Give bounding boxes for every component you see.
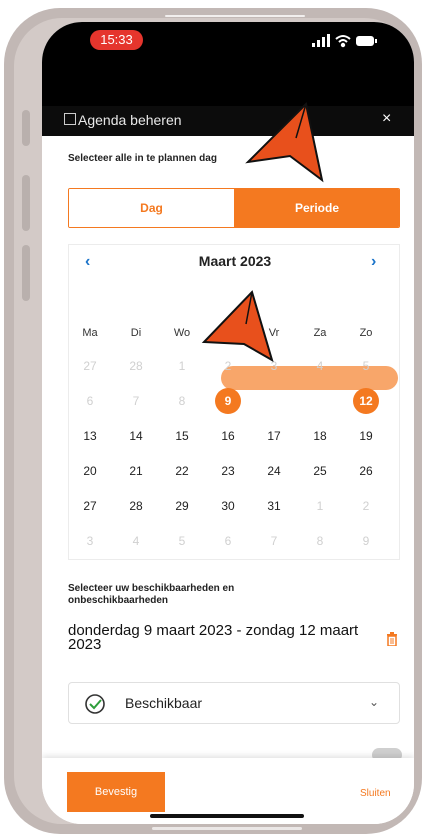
- chevron-down-icon: ⌄: [369, 695, 380, 709]
- calendar-day[interactable]: 9: [213, 389, 243, 413]
- availability-dropdown[interactable]: Beschikbaar ⌄: [68, 682, 400, 724]
- frame-highlight: [165, 15, 305, 17]
- calendar-day[interactable]: 8: [167, 389, 197, 413]
- calendar-day[interactable]: 27: [75, 494, 105, 518]
- calendar-day[interactable]: 6: [75, 389, 105, 413]
- home-indicator: [150, 814, 304, 818]
- calendar-day[interactable]: 24: [259, 459, 289, 483]
- toggle-day-button[interactable]: Dag: [69, 189, 234, 227]
- phone-side-button: [22, 175, 30, 231]
- calendar-day[interactable]: 6: [213, 529, 243, 553]
- trash-icon[interactable]: [386, 632, 398, 646]
- calendar-day[interactable]: 5: [351, 354, 381, 378]
- weekday-header: Zo: [359, 327, 373, 339]
- phone-screen: 15:33 Agenda beheren × Selecteer alle in…: [42, 22, 414, 824]
- close-icon[interactable]: ×: [382, 110, 391, 128]
- calendar-day[interactable]: 10: [259, 389, 289, 413]
- calendar-day[interactable]: 7: [121, 389, 151, 413]
- calendar-day[interactable]: 30: [213, 494, 243, 518]
- check-square-icon: [64, 113, 76, 125]
- weekday-header: Vr: [268, 327, 280, 339]
- calendar-day[interactable]: 25: [305, 459, 335, 483]
- calendar-month-title: Maart 2023: [198, 253, 272, 269]
- status-bar: 15:33: [42, 22, 414, 58]
- modal-title: Agenda beheren: [78, 112, 182, 128]
- weekday-header: Di: [130, 327, 142, 339]
- availability-label: Selecteer uw beschikbaarheden en onbesch…: [68, 583, 235, 606]
- calendar-day[interactable]: 26: [351, 459, 381, 483]
- wifi-icon: [335, 35, 351, 48]
- calendar-day[interactable]: 19: [351, 424, 381, 448]
- calendar-day[interactable]: 15: [167, 424, 197, 448]
- calendar-day[interactable]: 3: [259, 354, 289, 378]
- calendar: ‹ Maart 2023 › Ma Di Wo Do Vr Za Zo 27 28 1 2 3 4 5 6 7…: [68, 244, 400, 560]
- frame-highlight: [152, 827, 302, 830]
- footer-bar: Bevestig Sluiten: [42, 758, 414, 824]
- calendar-day[interactable]: 3: [75, 529, 105, 553]
- calendar-day[interactable]: 22: [167, 459, 197, 483]
- status-time: 15:33: [90, 30, 143, 50]
- calendar-day[interactable]: 29: [167, 494, 197, 518]
- calendar-day[interactable]: 9: [351, 529, 381, 553]
- calendar-day[interactable]: 2: [213, 354, 243, 378]
- mode-toggle: Dag Periode: [68, 188, 400, 228]
- calendar-day[interactable]: 2: [351, 494, 381, 518]
- weekday-header: Ma: [82, 327, 98, 339]
- calendar-day[interactable]: 23: [213, 459, 243, 483]
- calendar-day[interactable]: 11: [305, 389, 335, 413]
- modal-header: Agenda beheren ×: [42, 106, 414, 136]
- clock-check-icon: [85, 694, 105, 714]
- calendar-day[interactable]: 7: [259, 529, 289, 553]
- calendar-day[interactable]: 14: [121, 424, 151, 448]
- calendar-day[interactable]: 4: [121, 529, 151, 553]
- calendar-day[interactable]: 16: [213, 424, 243, 448]
- chevron-right-icon[interactable]: ›: [371, 253, 376, 271]
- calendar-day[interactable]: 20: [75, 459, 105, 483]
- header-band: [42, 58, 414, 106]
- toggle-period-button[interactable]: Periode: [234, 189, 399, 227]
- weekday-header: Za: [313, 327, 327, 339]
- phone-side-button: [22, 245, 30, 301]
- calendar-day[interactable]: 4: [305, 354, 335, 378]
- selected-date-range: donderdag 9 maart 2023 - zondag 12 maart…: [68, 622, 359, 653]
- status-icons: [312, 34, 377, 48]
- weekday-header: Do: [220, 327, 236, 339]
- calendar-day[interactable]: 21: [121, 459, 151, 483]
- calendar-day[interactable]: 8: [305, 529, 335, 553]
- calendar-day[interactable]: 31: [259, 494, 289, 518]
- calendar-day[interactable]: 13: [75, 424, 105, 448]
- calendar-day[interactable]: 28: [121, 494, 151, 518]
- calendar-day[interactable]: 12: [351, 389, 381, 413]
- calendar-day[interactable]: 1: [305, 494, 335, 518]
- close-button[interactable]: Sluiten: [360, 788, 391, 799]
- calendar-day[interactable]: 17: [259, 424, 289, 448]
- calendar-day[interactable]: 18: [305, 424, 335, 448]
- dropdown-value: Beschikbaar: [125, 695, 203, 711]
- phone-side-button: [22, 110, 30, 146]
- battery-icon: [356, 36, 377, 46]
- select-days-label: Selecteer alle in te plannen dag: [68, 153, 217, 164]
- weekday-header: Wo: [173, 327, 191, 339]
- calendar-day[interactable]: 27: [75, 354, 105, 378]
- confirm-button[interactable]: Bevestig: [67, 772, 165, 812]
- signal-icon: [312, 34, 330, 47]
- calendar-day[interactable]: 28: [121, 354, 151, 378]
- calendar-day[interactable]: 1: [167, 354, 197, 378]
- calendar-day[interactable]: 5: [167, 529, 197, 553]
